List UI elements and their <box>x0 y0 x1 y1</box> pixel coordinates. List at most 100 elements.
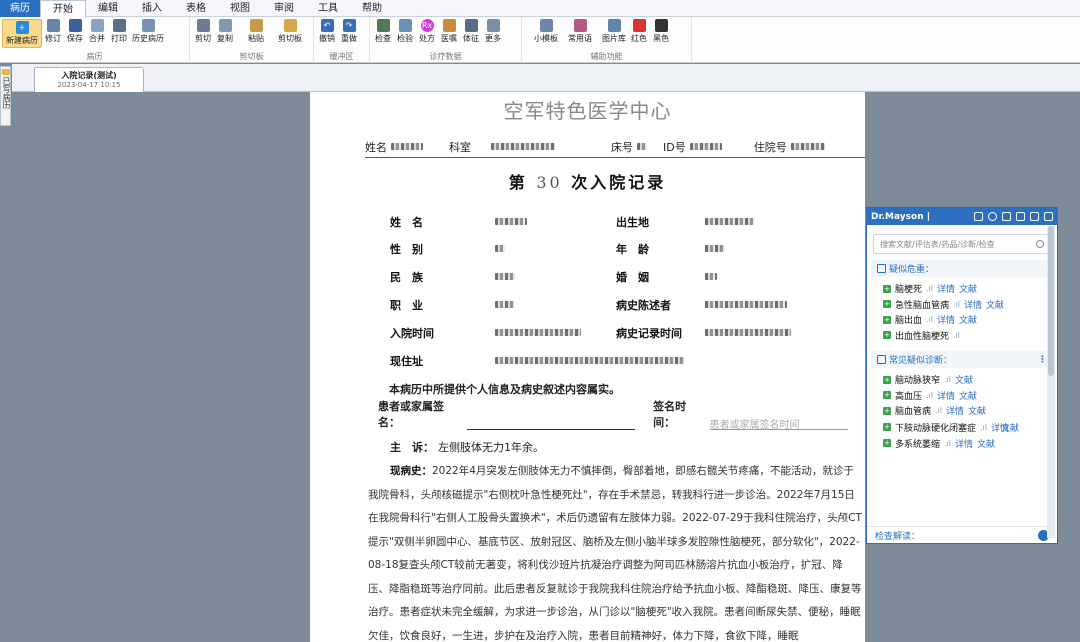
red-pen-icon <box>632 19 646 32</box>
menu-start[interactable]: 开始 <box>40 0 86 17</box>
folder-icon <box>1 69 10 75</box>
list-item[interactable]: + 下肢动脉硬化闭塞症 .ıl 详情 文献 <box>867 419 1057 436</box>
list-item[interactable]: + 高血压 .ıl 详情 文献 <box>867 388 1057 404</box>
search-icon[interactable] <box>974 212 983 221</box>
redacted-dept <box>491 143 555 150</box>
revise-button[interactable]: 修订 <box>42 19 64 44</box>
new-record-button[interactable]: + 新建病历 <box>2 19 42 48</box>
literature-link[interactable]: 文献 <box>959 282 977 295</box>
plus-icon[interactable]: + <box>883 439 891 448</box>
menu-edit[interactable]: 编辑 <box>86 0 130 17</box>
document-tab-title: 入院记录(测试) <box>61 71 117 80</box>
details-link[interactable]: 详情 <box>937 313 955 326</box>
calendar-icon[interactable] <box>1016 212 1025 221</box>
details-link[interactable]: 详情 <box>937 389 955 402</box>
red-color-button[interactable]: 红色 <box>628 19 650 44</box>
present-illness[interactable]: 现病史：2022年4月突发左侧肢体无力不慎摔倒，臀部着地，即感右髋关节疼痛，不能… <box>368 460 863 642</box>
menu-insert[interactable]: 插入 <box>130 0 174 17</box>
literature-link[interactable]: 文献 <box>959 389 977 402</box>
paste-button[interactable]: 粘贴 <box>236 19 276 44</box>
field-birthplace: 出生地 <box>616 216 649 229</box>
menu-table[interactable]: 表格 <box>174 0 218 17</box>
merge-button[interactable]: 合并 <box>86 19 108 44</box>
clipboard-icon[interactable] <box>1002 212 1011 221</box>
item-name: 脑动脉狭窄 <box>895 376 941 387</box>
menu-tools[interactable]: 工具 <box>306 0 350 17</box>
orders-button[interactable]: 医嘱 <box>438 19 460 44</box>
scrollbar-thumb[interactable] <box>1048 226 1054 376</box>
copy-button[interactable]: 复制 <box>214 19 236 44</box>
minimize-icon[interactable] <box>1044 212 1053 221</box>
history-record-button[interactable]: 历史病历 <box>130 19 166 44</box>
lab-test-button[interactable]: 检验 <box>394 19 416 44</box>
black-color-button[interactable]: 黑色 <box>650 19 672 44</box>
field-history-time: 病史记录时间 <box>616 327 682 340</box>
menu-review[interactable]: 审阅 <box>262 0 306 17</box>
plus-icon[interactable]: + <box>883 391 891 400</box>
menu-help[interactable]: 帮助 <box>350 0 394 17</box>
print-button[interactable]: 打印 <box>108 19 130 44</box>
small-template-button[interactable]: 小模板 <box>532 19 560 44</box>
details-link[interactable]: 详情 <box>946 404 964 417</box>
list-item[interactable]: + 多系统萎缩 .ıl 详情 文献 <box>867 436 1057 452</box>
panel-search-input[interactable]: 搜索文献/评估表/药品/诊断/检查 <box>873 234 1051 254</box>
literature-link[interactable]: 文献 <box>959 313 977 326</box>
details-link[interactable]: 详情 <box>964 298 982 311</box>
plus-icon[interactable]: + <box>883 423 891 431</box>
redacted-birthplace-value <box>705 218 755 225</box>
undo-button[interactable]: ↶ 撤销 <box>316 19 338 44</box>
prescription-button[interactable]: Rx 处方 <box>416 19 438 44</box>
plus-icon[interactable]: + <box>883 331 891 340</box>
list-item[interactable]: + 急性脑血管病 .ıl 详情 文献 <box>867 297 1057 313</box>
group-clipboard: 剪切 复制 粘贴 剪切板 剪切板 <box>190 17 314 63</box>
document-tab[interactable]: 入院记录(测试) 2023-04-17 10:15 <box>34 67 144 92</box>
group-record: + 新建病历 修订 保存 合并 打印 历史病历 病历 <box>0 17 190 63</box>
list-item[interactable]: + 脑血管病 .ıl 详情 文献 <box>867 403 1057 419</box>
list-item[interactable]: + 出血性脑梗死 .ıl <box>867 328 1057 344</box>
redo-button[interactable]: ↷ 重做 <box>338 19 360 44</box>
save-button[interactable]: 保存 <box>64 19 86 44</box>
plus-icon[interactable]: + <box>883 300 891 309</box>
list-item[interactable]: + 脑梗死 .ıl 详情 文献 <box>867 281 1057 297</box>
image-library-button[interactable]: 图片库 <box>600 19 628 44</box>
orders-icon <box>442 19 456 32</box>
literature-link[interactable]: 文献 <box>968 404 986 417</box>
literature-link[interactable]: 文献 <box>955 373 973 386</box>
literature-link[interactable]: 文献 <box>986 298 1004 311</box>
details-link[interactable]: 详情 <box>955 437 973 450</box>
plus-icon[interactable]: + <box>883 406 891 415</box>
more-options-icon[interactable]: ⋮ <box>1038 355 1047 365</box>
document-page[interactable]: 空军特色医学中心 姓名 科室 床号 ID号 住院号 第 30 次入院记录 姓 名… <box>310 92 865 642</box>
chief-complaint-value[interactable]: 左侧肢体无力1年余。 <box>438 441 544 454</box>
details-link[interactable]: 详情 <box>937 282 955 295</box>
common-phrase-button[interactable]: 常用语 <box>560 19 600 44</box>
list-item[interactable]: + 脑动脉狭窄 .ıl 文献 <box>867 372 1057 388</box>
vitals-button[interactable]: 体征 <box>460 19 482 44</box>
clipboard-panel-button[interactable]: 剪切板 <box>276 19 304 44</box>
label-name: 姓名 <box>365 140 387 154</box>
exam-interpretation-section[interactable]: 检查解读： <box>867 526 1057 543</box>
more-button[interactable]: 更多 <box>482 19 504 44</box>
mayson-assistant-panel: Dr.Mayson | 搜索文献/评估表/药品/诊断/检查 疑似危重： + 脑梗死… <box>866 207 1058 544</box>
plus-icon[interactable]: + <box>883 375 891 384</box>
panel-scrollbar[interactable] <box>1047 226 1055 538</box>
print-icon[interactable] <box>1030 212 1039 221</box>
refresh-icon[interactable] <box>988 212 997 221</box>
list-item[interactable]: + 脑出血 .ıl 详情 文献 <box>867 312 1057 328</box>
plus-icon[interactable]: + <box>883 284 891 293</box>
file-tab[interactable]: 病历 <box>0 0 40 17</box>
search-icon[interactable] <box>1036 240 1044 248</box>
signature-time-input[interactable]: 患者或家属签名时间 <box>709 416 848 431</box>
signature-input[interactable] <box>467 418 636 430</box>
literature-link[interactable]: 文献 <box>1001 421 1019 434</box>
field-admit-time: 入院时间 <box>390 327 434 340</box>
menu-view[interactable]: 视图 <box>218 0 262 17</box>
field-occupation: 职 业 <box>390 299 423 312</box>
written-records-tab[interactable]: 已写病历 <box>0 66 11 126</box>
plus-icon[interactable]: + <box>883 315 891 324</box>
item-name: 脑出血 <box>895 316 923 327</box>
exam-button[interactable]: 检查 <box>372 19 394 44</box>
literature-link[interactable]: 文献 <box>977 437 995 450</box>
bar-chart-icon: .ıl <box>926 390 934 400</box>
cut-button[interactable]: 剪切 <box>192 19 214 44</box>
